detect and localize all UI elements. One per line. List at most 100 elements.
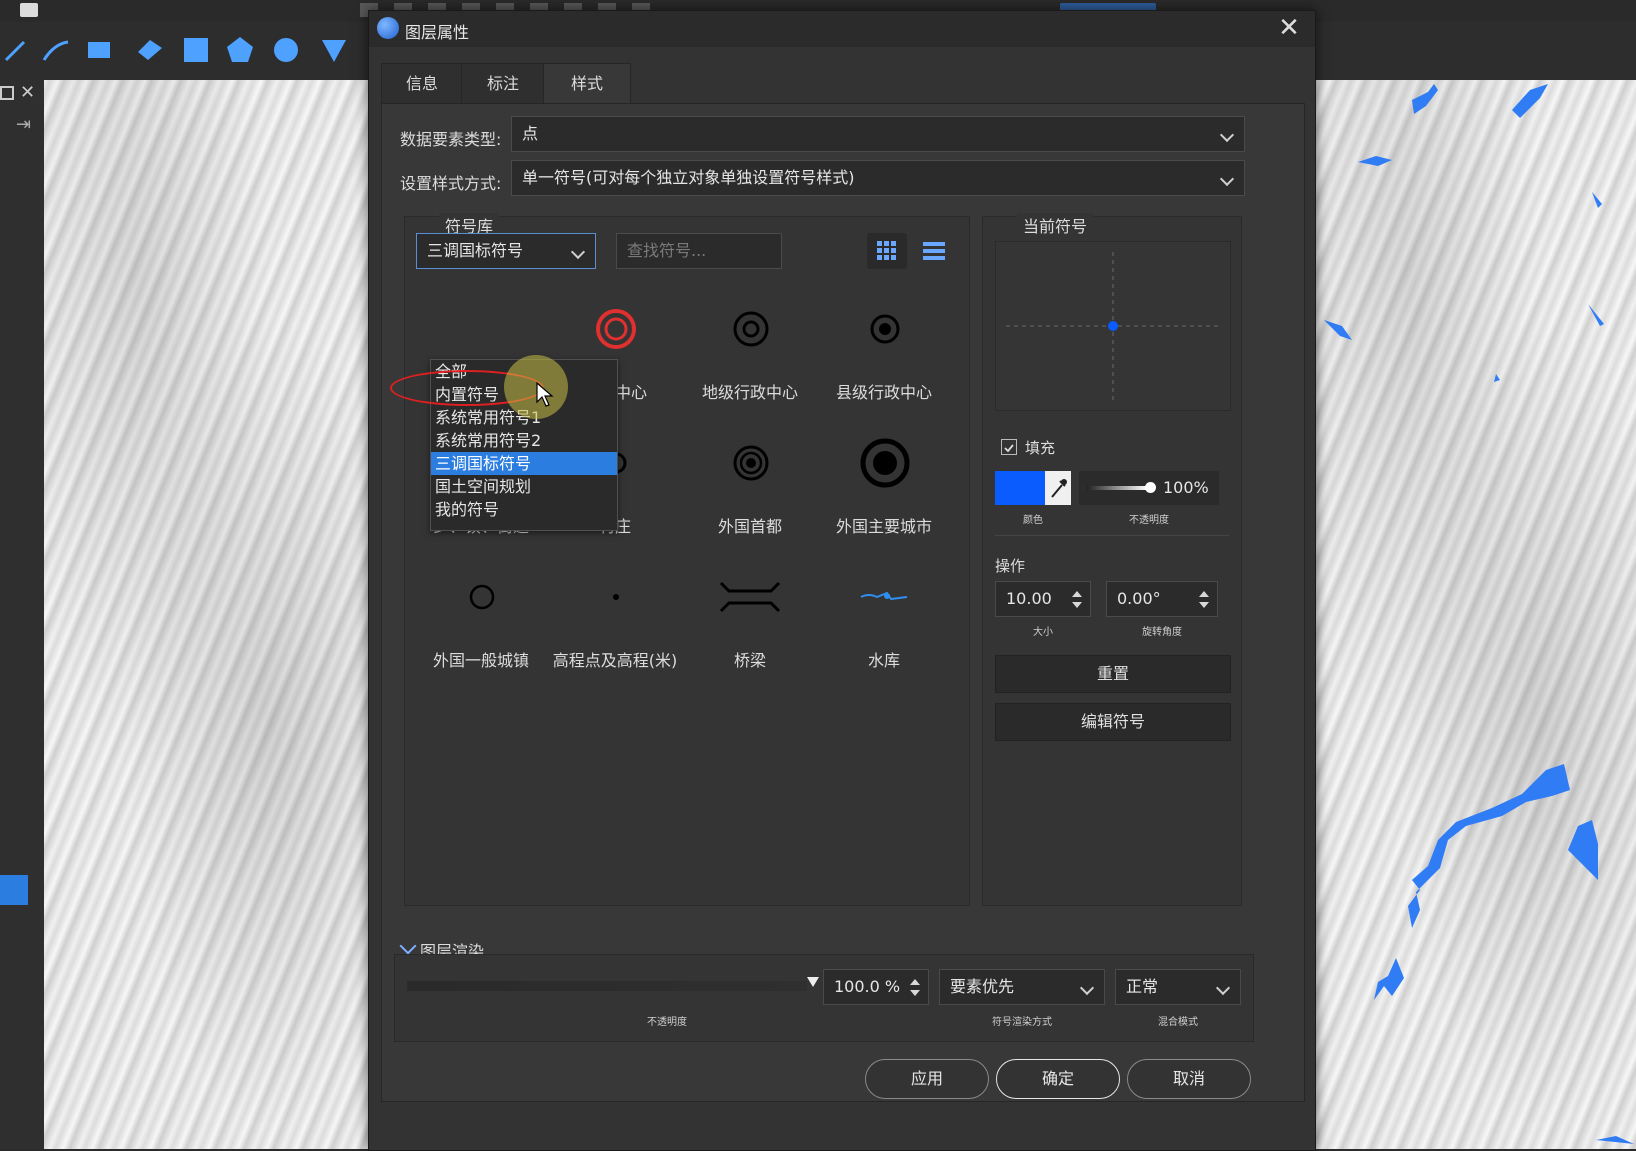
blend-mode-select[interactable]: 正常 bbox=[1115, 969, 1241, 1005]
opacity-handle[interactable] bbox=[1145, 482, 1156, 493]
symbol-county-center[interactable]: 县级行政中心 bbox=[819, 293, 949, 413]
list-view-button[interactable] bbox=[917, 233, 951, 269]
chevron-down-icon bbox=[1215, 980, 1231, 996]
foreign-town-symbol-icon bbox=[469, 584, 495, 610]
library-option-system2[interactable]: 系统常用符号2 bbox=[431, 429, 617, 452]
grid-view-button[interactable] bbox=[867, 233, 907, 269]
rotation-spinbox[interactable]: 0.00° bbox=[1106, 581, 1218, 617]
render-opacity-handle[interactable] bbox=[807, 977, 819, 987]
style-mode-label: 设置样式方式: bbox=[400, 174, 502, 193]
symbol-search-placeholder: 查找符号... bbox=[627, 241, 707, 260]
apply-button[interactable]: 应用 bbox=[865, 1059, 989, 1099]
admin-center-symbol-icon bbox=[596, 309, 636, 349]
render-opacity-slider[interactable] bbox=[407, 981, 807, 991]
spin-up-icon[interactable] bbox=[1072, 591, 1082, 597]
close-icon[interactable]: ✕ bbox=[1275, 15, 1303, 43]
close-panel-icon[interactable]: ✕ bbox=[20, 82, 35, 103]
spin-down-icon[interactable] bbox=[910, 990, 920, 996]
symbol-label: 水库 bbox=[867, 651, 900, 670]
render-opacity-caption: 不透明度 bbox=[647, 1017, 687, 1028]
reservoir-symbol-icon bbox=[860, 591, 908, 601]
spin-down-icon[interactable] bbox=[1072, 602, 1082, 608]
mouse-cursor-icon bbox=[536, 382, 554, 407]
eyedropper-button[interactable] bbox=[1045, 471, 1071, 505]
chevron-down-icon[interactable] bbox=[399, 937, 417, 955]
rotation-caption: 旋转角度 bbox=[1142, 627, 1182, 638]
symbol-elevation-point[interactable]: 高程点及高程(米) bbox=[550, 561, 680, 681]
render-opacity-spinbox[interactable]: 100.0 % bbox=[823, 969, 929, 1005]
style-mode-select[interactable]: 单一符号(可对每个独立对象单独设置符号样式) bbox=[511, 160, 1245, 196]
symbol-label: 地级行政中心 bbox=[701, 383, 798, 402]
divider bbox=[995, 535, 1229, 536]
bridge-symbol-icon bbox=[719, 581, 781, 613]
line-tool-icon[interactable] bbox=[2, 34, 34, 66]
selected-layer-marker[interactable] bbox=[0, 875, 28, 905]
grid-view-icon bbox=[877, 241, 896, 260]
prefecture-center-symbol-icon bbox=[733, 311, 769, 347]
symbol-foreign-major-city[interactable]: 外国主要城市 bbox=[819, 427, 949, 547]
curve-tool-icon[interactable] bbox=[40, 34, 72, 66]
style-mode-value: 单一符号(可对每个独立对象单独设置符号样式) bbox=[522, 168, 855, 187]
tab-info[interactable]: 信息 bbox=[381, 63, 463, 105]
symbol-bridge[interactable]: 桥梁 bbox=[685, 561, 815, 681]
symbol-foreign-town[interactable]: 外国一般城镇 bbox=[416, 561, 546, 681]
library-option-sandiao[interactable]: 三调国标符号 bbox=[431, 452, 617, 475]
ok-button[interactable]: 确定 bbox=[996, 1059, 1120, 1099]
symbol-prefecture-center[interactable]: 地级行政中心 bbox=[685, 293, 815, 413]
symbol-label: 外国一般城镇 bbox=[432, 651, 529, 670]
size-spinbox[interactable]: 10.00 bbox=[995, 581, 1091, 617]
tab-labels[interactable]: 标注 bbox=[461, 63, 545, 105]
opacity-track bbox=[1087, 486, 1147, 490]
feature-type-label: 数据要素类型: bbox=[400, 130, 502, 149]
layer-render-group: 100.0 % 要素优先 正常 不透明度 符号渲染方式 混合模式 bbox=[394, 954, 1254, 1042]
symbol-reservoir[interactable]: 水库 bbox=[819, 561, 949, 681]
library-option-my-symbols[interactable]: 我的符号 bbox=[431, 498, 617, 521]
chevron-down-icon bbox=[1219, 127, 1235, 143]
county-center-symbol-icon bbox=[870, 314, 900, 344]
spin-down-icon[interactable] bbox=[1199, 602, 1209, 608]
square-tool-icon[interactable] bbox=[180, 34, 212, 66]
fill-opacity-slider[interactable]: 100% bbox=[1079, 471, 1219, 505]
symbol-label: 外国主要城市 bbox=[835, 517, 932, 536]
rectangle-tool-icon[interactable] bbox=[84, 34, 116, 66]
chevron-down-icon bbox=[570, 244, 586, 260]
symbol-library-value: 三调国标符号 bbox=[427, 241, 524, 260]
reset-button[interactable]: 重置 bbox=[995, 655, 1231, 693]
symbol-foreign-capital[interactable]: 外国首都 bbox=[685, 427, 815, 547]
symbol-search-input[interactable]: 查找符号... bbox=[616, 233, 782, 269]
color-caption: 颜色 bbox=[1023, 515, 1043, 526]
feature-type-select[interactable]: 点 bbox=[511, 116, 1245, 152]
fill-color-swatch[interactable] bbox=[995, 471, 1045, 505]
dialog-title: 图层属性 bbox=[405, 23, 470, 42]
opacity-caption: 不透明度 bbox=[1129, 515, 1169, 526]
render-mode-select[interactable]: 要素优先 bbox=[939, 969, 1105, 1005]
elevation-point-symbol-icon bbox=[613, 594, 619, 600]
edit-symbol-button[interactable]: 编辑符号 bbox=[995, 703, 1231, 741]
symbol-label: 县级行政中心 bbox=[835, 383, 932, 402]
cancel-button[interactable]: 取消 bbox=[1127, 1059, 1251, 1099]
circle-tool-icon[interactable] bbox=[270, 34, 302, 66]
fill-checkbox[interactable] bbox=[1001, 439, 1017, 455]
pentagon-tool-icon[interactable] bbox=[224, 34, 256, 66]
size-caption: 大小 bbox=[1033, 627, 1053, 638]
dialog-titlebar[interactable]: 图层属性 ✕ bbox=[369, 11, 1315, 47]
spin-up-icon[interactable] bbox=[1199, 591, 1209, 597]
symbol-library-select[interactable]: 三调国标符号 bbox=[416, 233, 596, 269]
chevron-down-icon bbox=[1219, 171, 1235, 187]
symbol-label: 高程点及高程(米) bbox=[552, 651, 678, 670]
app-logo-icon bbox=[20, 3, 38, 17]
spin-up-icon[interactable] bbox=[910, 979, 920, 985]
operations-label: 操作 bbox=[995, 557, 1026, 575]
collapse-icon[interactable]: ⇥ bbox=[16, 114, 31, 135]
tab-style[interactable]: 样式 bbox=[543, 63, 631, 105]
library-option-land-planning[interactable]: 国土空间规划 bbox=[431, 475, 617, 498]
map-view-right[interactable] bbox=[1316, 80, 1636, 1149]
map-view-left[interactable] bbox=[44, 80, 368, 1149]
left-dock: ✕ ⇥ bbox=[0, 80, 44, 1149]
render-opacity-value: 100.0 % bbox=[834, 977, 901, 996]
current-symbol-title: 当前符号 bbox=[1017, 213, 1094, 237]
restore-icon[interactable] bbox=[0, 86, 14, 100]
polygon-tool-icon[interactable] bbox=[134, 34, 166, 66]
foreign-capital-symbol-icon bbox=[733, 445, 769, 481]
sector-tool-icon[interactable] bbox=[318, 34, 350, 66]
